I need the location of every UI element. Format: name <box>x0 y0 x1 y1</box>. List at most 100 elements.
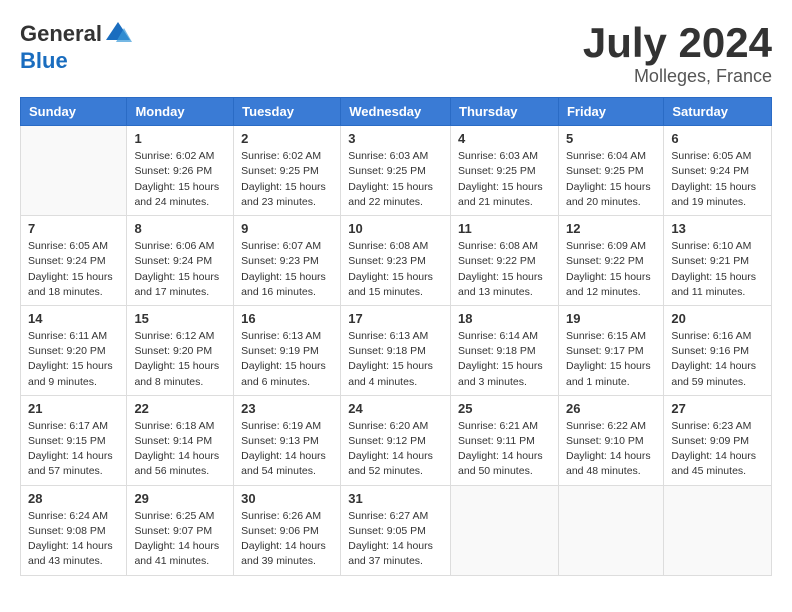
day-info: Sunrise: 6:03 AM Sunset: 9:25 PM Dayligh… <box>348 149 443 210</box>
day-info: Sunrise: 6:07 AM Sunset: 9:23 PM Dayligh… <box>241 239 333 300</box>
day-number: 8 <box>134 221 226 236</box>
day-number: 27 <box>671 401 764 416</box>
calendar-cell: 4 Sunrise: 6:03 AM Sunset: 9:25 PM Daylig… <box>451 126 559 216</box>
calendar-cell: 2 Sunrise: 6:02 AM Sunset: 9:25 PM Daylig… <box>234 126 341 216</box>
page-header: General Blue July 2024 Molleges, France <box>20 20 772 87</box>
calendar-cell: 26Sunrise: 6:22 AM Sunset: 9:10 PM Dayli… <box>558 395 663 485</box>
day-number: 5 <box>566 131 656 146</box>
day-number: 21 <box>28 401 119 416</box>
day-number: 1 <box>134 131 226 146</box>
day-info: Sunrise: 6:13 AM Sunset: 9:19 PM Dayligh… <box>241 329 333 390</box>
calendar-cell <box>664 485 772 575</box>
weekday-header-thursday: Thursday <box>451 98 559 126</box>
calendar-cell: 14Sunrise: 6:11 AM Sunset: 9:20 PM Dayli… <box>21 305 127 395</box>
day-info: Sunrise: 6:18 AM Sunset: 9:14 PM Dayligh… <box>134 419 226 480</box>
day-info: Sunrise: 6:23 AM Sunset: 9:09 PM Dayligh… <box>671 419 764 480</box>
day-number: 15 <box>134 311 226 326</box>
day-info: Sunrise: 6:12 AM Sunset: 9:20 PM Dayligh… <box>134 329 226 390</box>
calendar-cell: 21Sunrise: 6:17 AM Sunset: 9:15 PM Dayli… <box>21 395 127 485</box>
day-number: 2 <box>241 131 333 146</box>
day-info: Sunrise: 6:08 AM Sunset: 9:22 PM Dayligh… <box>458 239 551 300</box>
calendar-header-row: SundayMondayTuesdayWednesdayThursdayFrid… <box>21 98 772 126</box>
day-info: Sunrise: 6:16 AM Sunset: 9:16 PM Dayligh… <box>671 329 764 390</box>
day-info: Sunrise: 6:20 AM Sunset: 9:12 PM Dayligh… <box>348 419 443 480</box>
calendar-week-4: 21Sunrise: 6:17 AM Sunset: 9:15 PM Dayli… <box>21 395 772 485</box>
weekday-header-tuesday: Tuesday <box>234 98 341 126</box>
logo: General Blue <box>20 20 132 74</box>
day-number: 19 <box>566 311 656 326</box>
day-number: 17 <box>348 311 443 326</box>
calendar-cell: 17 Sunrise: 6:13 AM Sunset: 9:18 PM Dayli… <box>341 305 451 395</box>
day-number: 3 <box>348 131 443 146</box>
calendar-cell: 16 Sunrise: 6:13 AM Sunset: 9:19 PM Dayli… <box>234 305 341 395</box>
calendar-cell: 22Sunrise: 6:18 AM Sunset: 9:14 PM Dayli… <box>127 395 234 485</box>
day-info: Sunrise: 6:02 AM Sunset: 9:26 PM Dayligh… <box>134 149 226 210</box>
day-number: 24 <box>348 401 443 416</box>
weekday-header-wednesday: Wednesday <box>341 98 451 126</box>
logo-icon <box>104 20 132 48</box>
calendar-cell: 20Sunrise: 6:16 AM Sunset: 9:16 PM Dayli… <box>664 305 772 395</box>
day-info: Sunrise: 6:09 AM Sunset: 9:22 PM Dayligh… <box>566 239 656 300</box>
day-info: Sunrise: 6:03 AM Sunset: 9:25 PM Dayligh… <box>458 149 551 210</box>
day-info: Sunrise: 6:10 AM Sunset: 9:21 PM Dayligh… <box>671 239 764 300</box>
day-info: Sunrise: 6:22 AM Sunset: 9:10 PM Dayligh… <box>566 419 656 480</box>
logo-general-text: General <box>20 21 102 47</box>
calendar-cell: 27 Sunrise: 6:23 AM Sunset: 9:09 PM Dayli… <box>664 395 772 485</box>
day-number: 30 <box>241 491 333 506</box>
day-number: 7 <box>28 221 119 236</box>
calendar-table: SundayMondayTuesdayWednesdayThursdayFrid… <box>20 97 772 575</box>
day-info: Sunrise: 6:05 AM Sunset: 9:24 PM Dayligh… <box>28 239 119 300</box>
calendar-week-1: 1 Sunrise: 6:02 AM Sunset: 9:26 PM Daylig… <box>21 126 772 216</box>
day-info: Sunrise: 6:05 AM Sunset: 9:24 PM Dayligh… <box>671 149 764 210</box>
day-info: Sunrise: 6:24 AM Sunset: 9:08 PM Dayligh… <box>28 509 119 570</box>
calendar-cell: 6Sunrise: 6:05 AM Sunset: 9:24 PM Daylig… <box>664 126 772 216</box>
weekday-header-monday: Monday <box>127 98 234 126</box>
weekday-header-friday: Friday <box>558 98 663 126</box>
calendar-cell <box>451 485 559 575</box>
day-info: Sunrise: 6:25 AM Sunset: 9:07 PM Dayligh… <box>134 509 226 570</box>
calendar-week-2: 7 Sunrise: 6:05 AM Sunset: 9:24 PM Daylig… <box>21 216 772 306</box>
day-info: Sunrise: 6:26 AM Sunset: 9:06 PM Dayligh… <box>241 509 333 570</box>
calendar-cell <box>558 485 663 575</box>
day-info: Sunrise: 6:19 AM Sunset: 9:13 PM Dayligh… <box>241 419 333 480</box>
calendar-cell: 10Sunrise: 6:08 AM Sunset: 9:23 PM Dayli… <box>341 216 451 306</box>
day-number: 18 <box>458 311 551 326</box>
day-number: 9 <box>241 221 333 236</box>
day-info: Sunrise: 6:02 AM Sunset: 9:25 PM Dayligh… <box>241 149 333 210</box>
calendar-cell: 15 Sunrise: 6:12 AM Sunset: 9:20 PM Dayli… <box>127 305 234 395</box>
day-number: 12 <box>566 221 656 236</box>
day-info: Sunrise: 6:21 AM Sunset: 9:11 PM Dayligh… <box>458 419 551 480</box>
calendar-cell: 23 Sunrise: 6:19 AM Sunset: 9:13 PM Dayli… <box>234 395 341 485</box>
day-number: 29 <box>134 491 226 506</box>
calendar-cell <box>21 126 127 216</box>
calendar-cell: 28 Sunrise: 6:24 AM Sunset: 9:08 PM Dayli… <box>21 485 127 575</box>
calendar-cell: 8Sunrise: 6:06 AM Sunset: 9:24 PM Daylig… <box>127 216 234 306</box>
logo-blue-text: Blue <box>20 48 68 74</box>
calendar-cell: 7 Sunrise: 6:05 AM Sunset: 9:24 PM Daylig… <box>21 216 127 306</box>
calendar-cell: 9 Sunrise: 6:07 AM Sunset: 9:23 PM Daylig… <box>234 216 341 306</box>
calendar-cell: 24 Sunrise: 6:20 AM Sunset: 9:12 PM Dayli… <box>341 395 451 485</box>
day-info: Sunrise: 6:13 AM Sunset: 9:18 PM Dayligh… <box>348 329 443 390</box>
calendar-week-5: 28 Sunrise: 6:24 AM Sunset: 9:08 PM Dayli… <box>21 485 772 575</box>
calendar-cell: 25 Sunrise: 6:21 AM Sunset: 9:11 PM Dayli… <box>451 395 559 485</box>
calendar-cell: 11Sunrise: 6:08 AM Sunset: 9:22 PM Dayli… <box>451 216 559 306</box>
weekday-header-saturday: Saturday <box>664 98 772 126</box>
day-info: Sunrise: 6:14 AM Sunset: 9:18 PM Dayligh… <box>458 329 551 390</box>
weekday-header-sunday: Sunday <box>21 98 127 126</box>
day-number: 16 <box>241 311 333 326</box>
day-info: Sunrise: 6:11 AM Sunset: 9:20 PM Dayligh… <box>28 329 119 390</box>
calendar-cell: 1 Sunrise: 6:02 AM Sunset: 9:26 PM Daylig… <box>127 126 234 216</box>
day-number: 10 <box>348 221 443 236</box>
day-number: 28 <box>28 491 119 506</box>
day-number: 25 <box>458 401 551 416</box>
day-number: 4 <box>458 131 551 146</box>
day-number: 13 <box>671 221 764 236</box>
day-info: Sunrise: 6:04 AM Sunset: 9:25 PM Dayligh… <box>566 149 656 210</box>
location-title: Molleges, France <box>583 66 772 87</box>
day-number: 31 <box>348 491 443 506</box>
month-year-title: July 2024 <box>583 20 772 66</box>
calendar-cell: 31Sunrise: 6:27 AM Sunset: 9:05 PM Dayli… <box>341 485 451 575</box>
day-number: 23 <box>241 401 333 416</box>
calendar-cell: 5 Sunrise: 6:04 AM Sunset: 9:25 PM Daylig… <box>558 126 663 216</box>
title-section: July 2024 Molleges, France <box>583 20 772 87</box>
